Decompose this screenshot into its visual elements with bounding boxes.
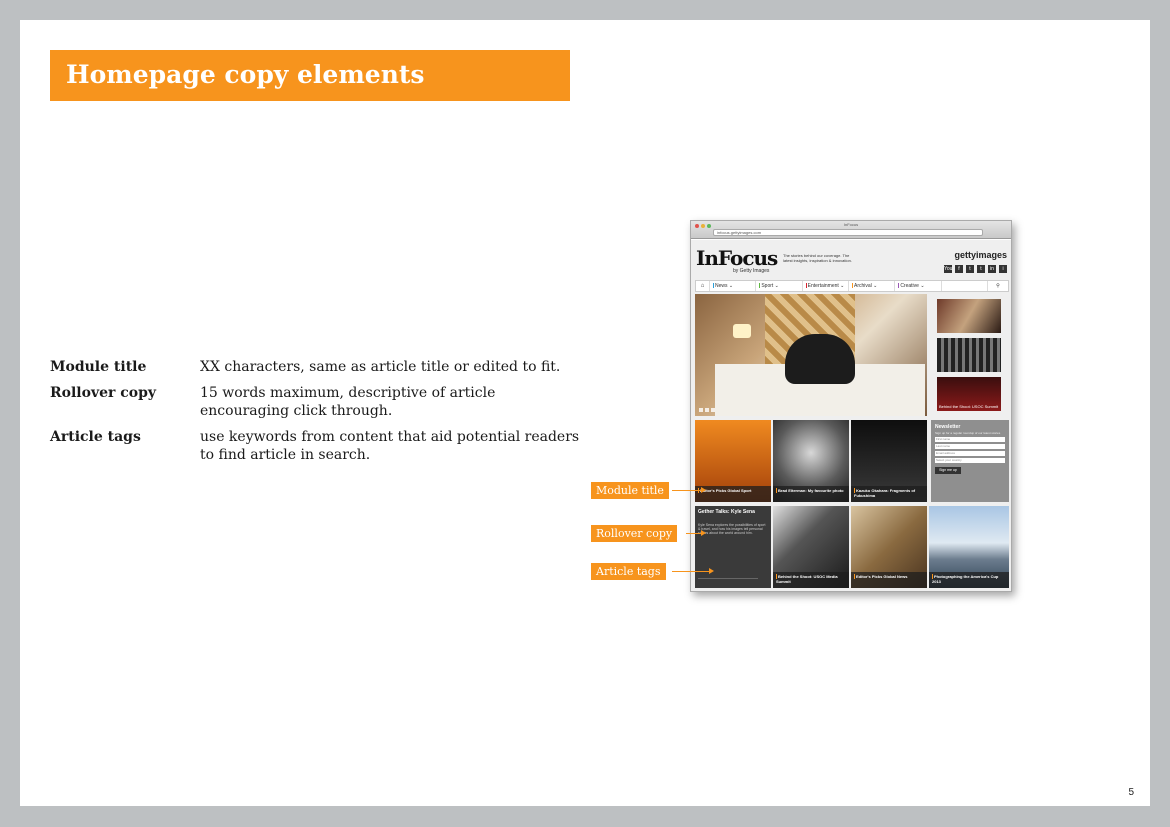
callout-module-title: Module title [591, 482, 669, 499]
spec-row: Article tags use keywords from content t… [50, 428, 590, 464]
rollover-title: Gether Talks: Kyle Sena [698, 509, 755, 515]
module-tile: Editor's Picks Global Sport [695, 420, 771, 502]
arrow-icon [709, 568, 714, 574]
spec-list: Module title XX characters, same as arti… [50, 358, 590, 472]
hero-image [695, 294, 927, 416]
facebook-icon: f [955, 265, 963, 273]
side-thumb [937, 299, 1001, 333]
instagram-icon: i [999, 265, 1007, 273]
side-thumb [937, 338, 1001, 372]
module-tile: Kazuko Okahara: Fragments of Fukushima [851, 420, 927, 502]
module-title: Brad Elterman: My favourite photo [773, 486, 849, 502]
nav-color-mark [713, 283, 714, 289]
nav-item-sport: Sport ⌄ [756, 281, 803, 291]
site-tagline: The stories behind our coverage. The lat… [783, 253, 852, 263]
newsletter-title: Newsletter [935, 424, 961, 430]
leader-line [686, 533, 702, 534]
callout-article-tags: Article tags [591, 563, 666, 580]
nav-item-news: News ⌄ [710, 281, 757, 291]
url-bar: infocus.gettyimages.com [713, 229, 983, 236]
site-logo: InFocus [696, 246, 778, 270]
home-icon: ⌂ [696, 281, 710, 291]
nav-color-mark [805, 283, 807, 289]
newsletter-field: Last name [935, 444, 1005, 449]
nav-item-creative: Creative ⌄ [895, 281, 942, 291]
module-title: Editor's Picks Global News [851, 572, 927, 588]
getty-logo: gettyimages [954, 250, 1007, 260]
linkedin-icon: in [988, 265, 996, 273]
spec-label: Module title [50, 359, 147, 375]
window-title: InFocus [843, 222, 859, 227]
leader-line [672, 490, 702, 491]
page-title: Homepage copy elements [66, 60, 425, 89]
newsletter-signup-button: Sign me up [935, 467, 961, 474]
twitter-icon: t [966, 265, 974, 273]
youtube-icon: You [944, 265, 953, 273]
module-tile: Brad Elterman: My favourite photo [773, 420, 849, 502]
nav-item-entertainment: Entertainment ⌄ [803, 281, 849, 291]
thumb-caption: Behind the Shoot: USOC Summit [939, 404, 999, 409]
spec-description: 15 words maximum, descriptive of article… [200, 385, 496, 419]
side-thumb: Behind the Shoot: USOC Summit [937, 377, 1001, 411]
search-icon: ⚲ [996, 283, 1000, 289]
module-title: Kazuko Okahara: Fragments of Fukushima [851, 486, 927, 502]
arrow-icon [701, 530, 706, 536]
module-title: Photographing the America's Cup 2013 [929, 572, 1009, 588]
rollover-tile: Gether Talks: Kyle Sena Kyle Sena explor… [695, 506, 771, 588]
browser-chrome: InFocus infocus.gettyimages.com [691, 221, 1011, 239]
newsletter-module: Newsletter Sign up for a regular roundup… [931, 420, 1009, 502]
callout-rollover-copy: Rollover copy [591, 525, 678, 542]
page-number: 5 [1128, 787, 1134, 798]
document-page: Homepage copy elements Module title XX c… [20, 20, 1150, 806]
spec-row: Rollover copy 15 words maximum, descript… [50, 384, 590, 420]
arrow-icon [701, 487, 706, 493]
carousel-dots [699, 408, 715, 412]
spec-description: use keywords from content that aid poten… [200, 429, 580, 463]
module-tile: Behind the Shoot: USOC Media Summit [773, 506, 849, 588]
newsletter-field: First name [935, 437, 1005, 442]
spec-description: XX characters, same as article title or … [200, 359, 561, 375]
nav-item-archival: Archival ⌄ [849, 281, 896, 291]
rollover-copy: Kyle Sena explores the possibilities of … [698, 523, 766, 535]
browser-mockup: InFocus infocus.gettyimages.com InFocus … [690, 220, 1012, 592]
nav-spacer [942, 281, 988, 291]
social-icons: You f t t in i [944, 265, 1007, 273]
module-tile: Photographing the America's Cup 2013 [929, 506, 1009, 588]
spec-label: Article tags [50, 429, 141, 445]
leader-line [672, 571, 710, 572]
side-thumbnails: Behind the Shoot: USOC Summit [931, 294, 1009, 411]
nav-color-mark [851, 283, 853, 289]
site-content: InFocus by Getty Images The stories behi… [691, 240, 1011, 591]
newsletter-field: Select your country [935, 458, 1005, 463]
tumblr-icon: t [977, 265, 985, 273]
site-nav: ⌂ News ⌄ Sport ⌄ Entertainment ⌄ Archiva… [695, 280, 1009, 292]
title-banner: Homepage copy elements [50, 50, 570, 101]
newsletter-field: Email address [935, 451, 1005, 456]
module-tile: Editor's Picks Global News [851, 506, 927, 588]
article-tags [698, 578, 758, 584]
newsletter-text: Sign up for a regular roundup of our lat… [935, 431, 1001, 435]
site-logo-sub: by Getty Images [733, 268, 770, 274]
module-title: Editor's Picks Global Sport [695, 486, 771, 502]
site-header: InFocus by Getty Images The stories behi… [691, 240, 1011, 280]
spec-label: Rollover copy [50, 385, 157, 401]
spec-row: Module title XX characters, same as arti… [50, 358, 590, 376]
module-title: Behind the Shoot: USOC Media Summit [773, 572, 849, 588]
